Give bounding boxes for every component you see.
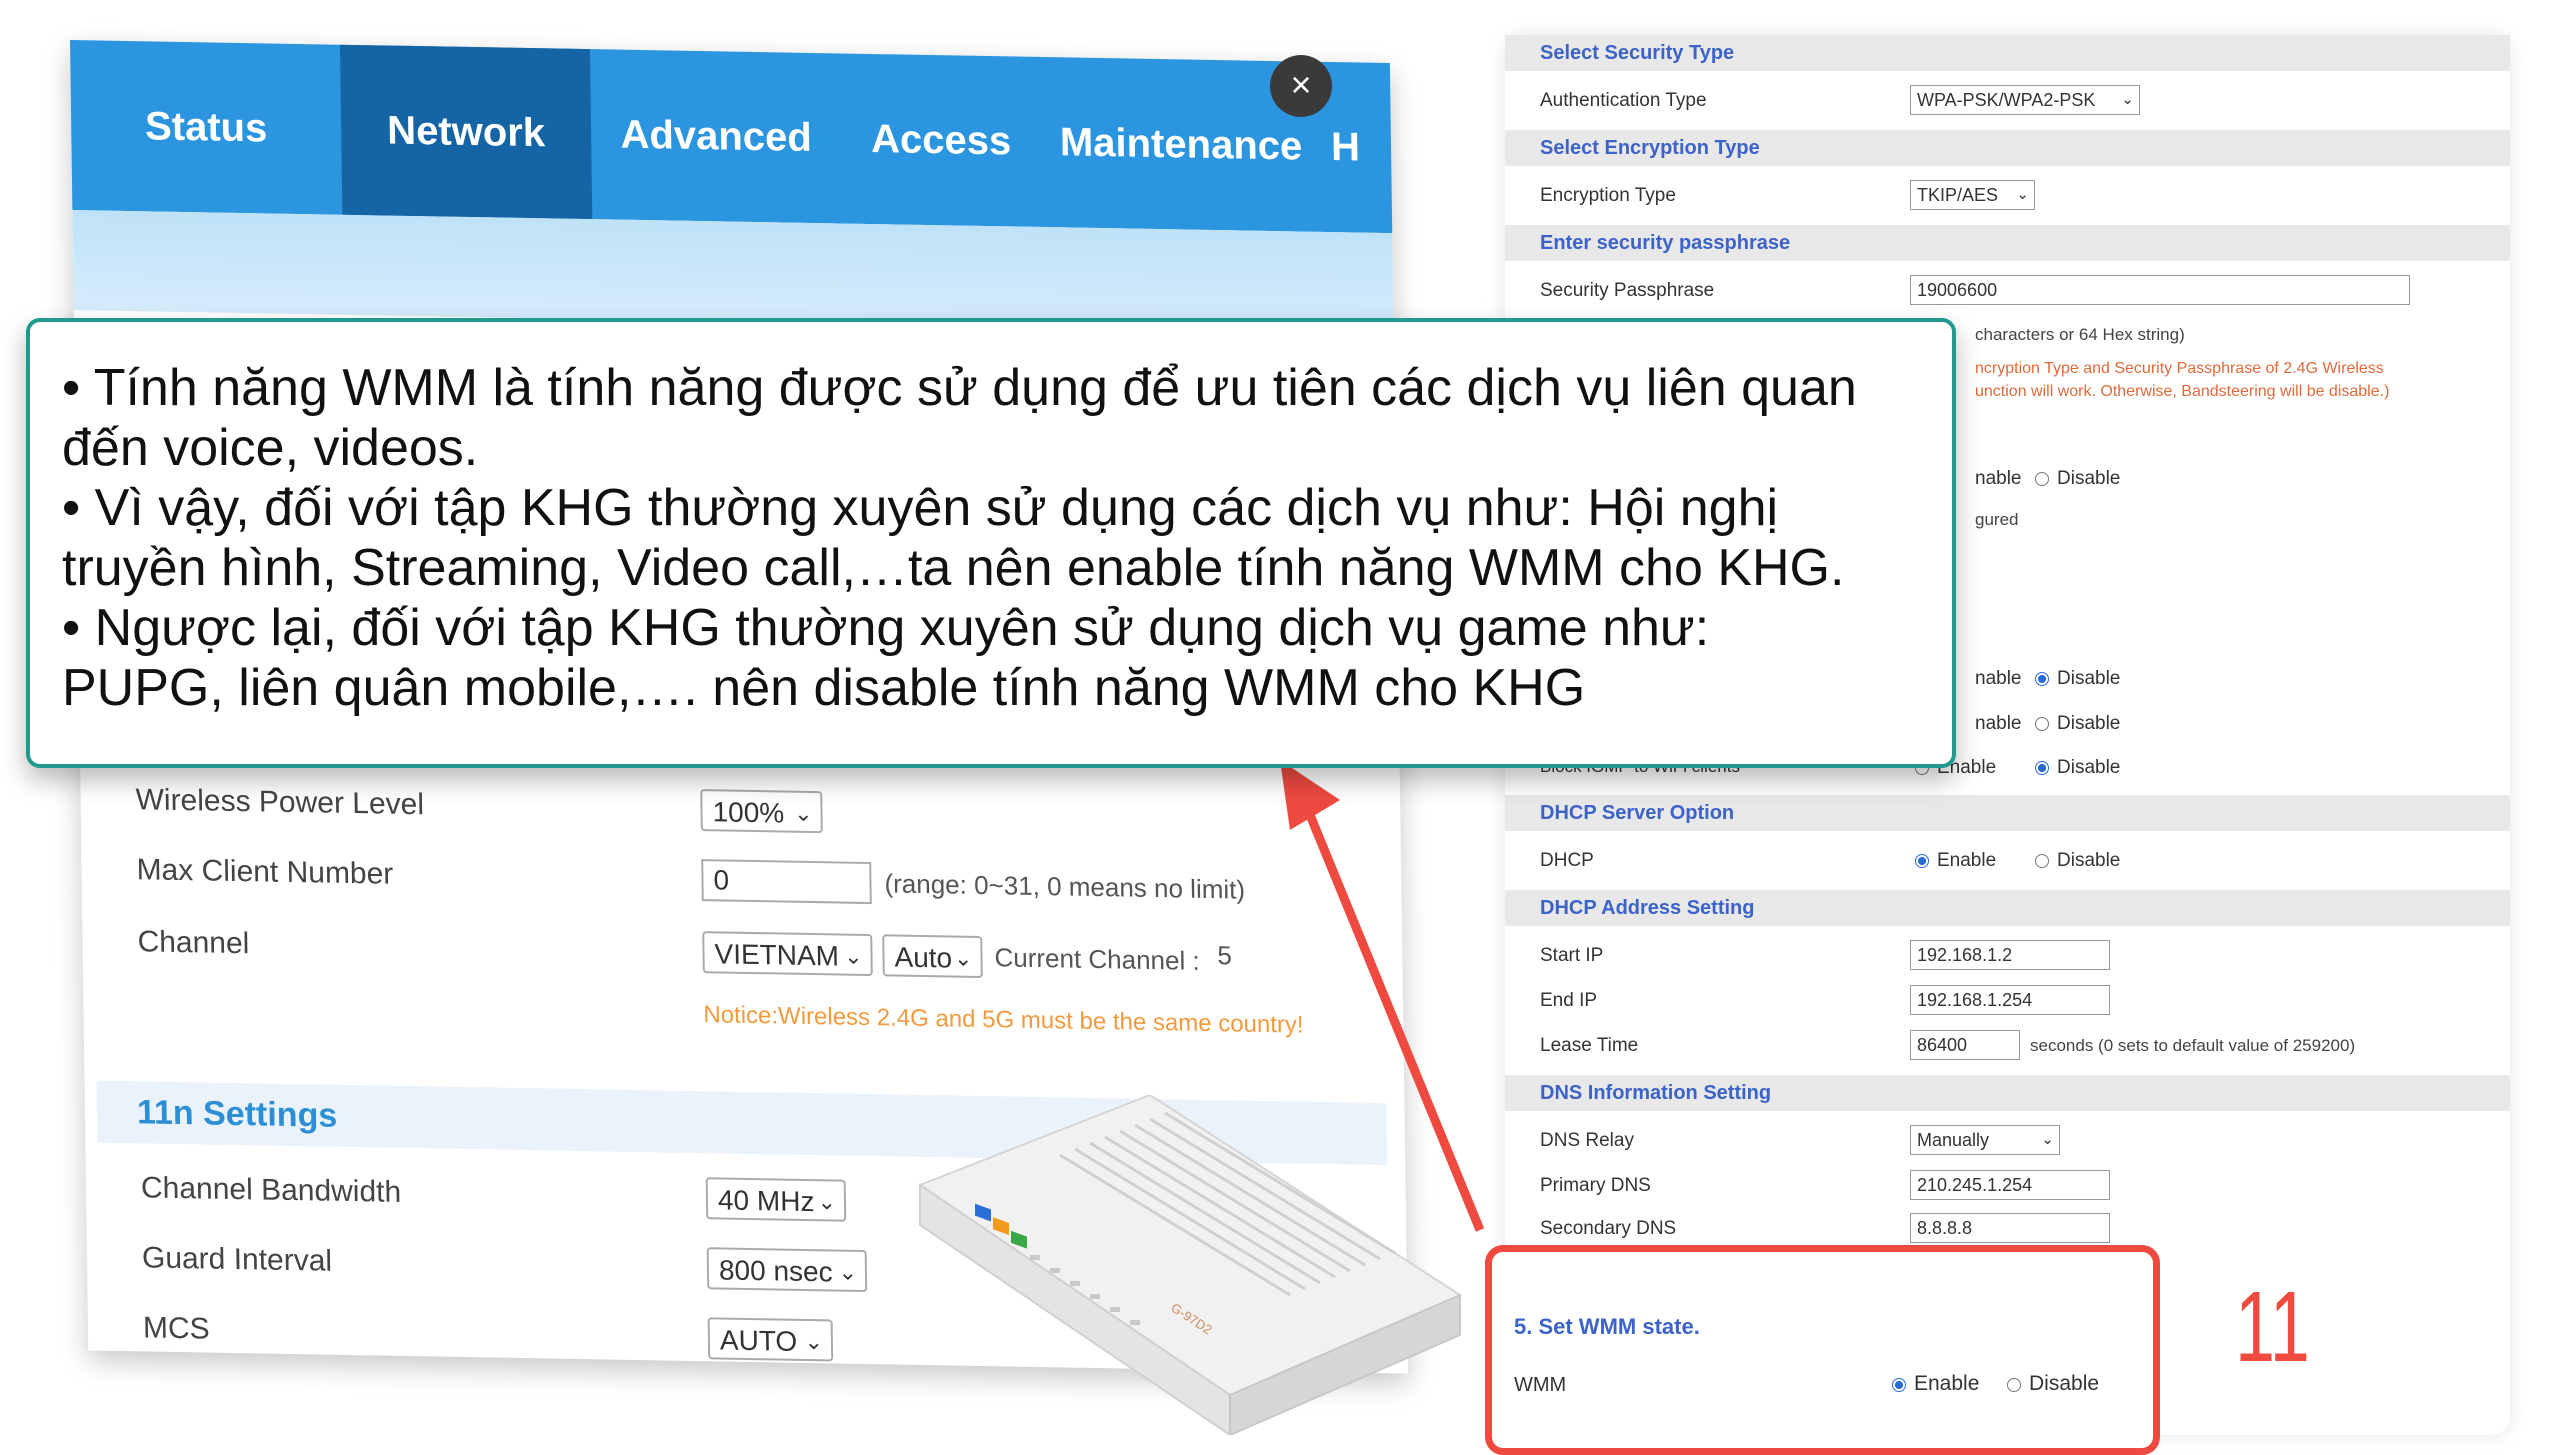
close-button[interactable]: ×	[1270, 55, 1332, 117]
radio-dot	[2007, 1378, 2021, 1392]
callout-line-5: • Ngược lại, đối với tập KHG thường xuyê…	[62, 599, 1710, 657]
wmm-label: WMM	[1514, 1374, 1567, 1396]
wmm-title: 5. Set WMM state.	[1514, 1314, 1700, 1339]
wmm-disable-label: Disable	[2029, 1372, 2100, 1395]
wmm-disable-radio[interactable]: Disable	[2007, 1372, 2099, 1396]
callout-line-3: • Vì vậy, đối với tập KHG thường xuyên s…	[62, 479, 1779, 537]
close-icon: ×	[1290, 64, 1312, 105]
callout-line-6: PUPG, liên quân mobile,…. nên disable tí…	[62, 659, 1586, 717]
wmm-enable-radio[interactable]: Enable	[1892, 1372, 1979, 1396]
wmm-explanation-callout: • Tính năng WMM là tính năng được sử dụn…	[26, 318, 1956, 768]
step-number: 11	[2235, 1271, 2310, 1383]
callout-line-2: đến voice, videos.	[62, 419, 479, 477]
wmm-highlight-box: 5. Set WMM state. WMM Enable Disable	[1485, 1245, 2160, 1455]
arrow-shaft	[1305, 813, 1485, 1232]
radio-dot	[1892, 1378, 1906, 1392]
callout-line-4: truyền hình, Streaming, Video call,…ta n…	[62, 539, 1845, 597]
wmm-enable-label: Enable	[1914, 1372, 1980, 1395]
callout-line-1: • Tính năng WMM là tính năng được sử dụn…	[62, 359, 1857, 417]
